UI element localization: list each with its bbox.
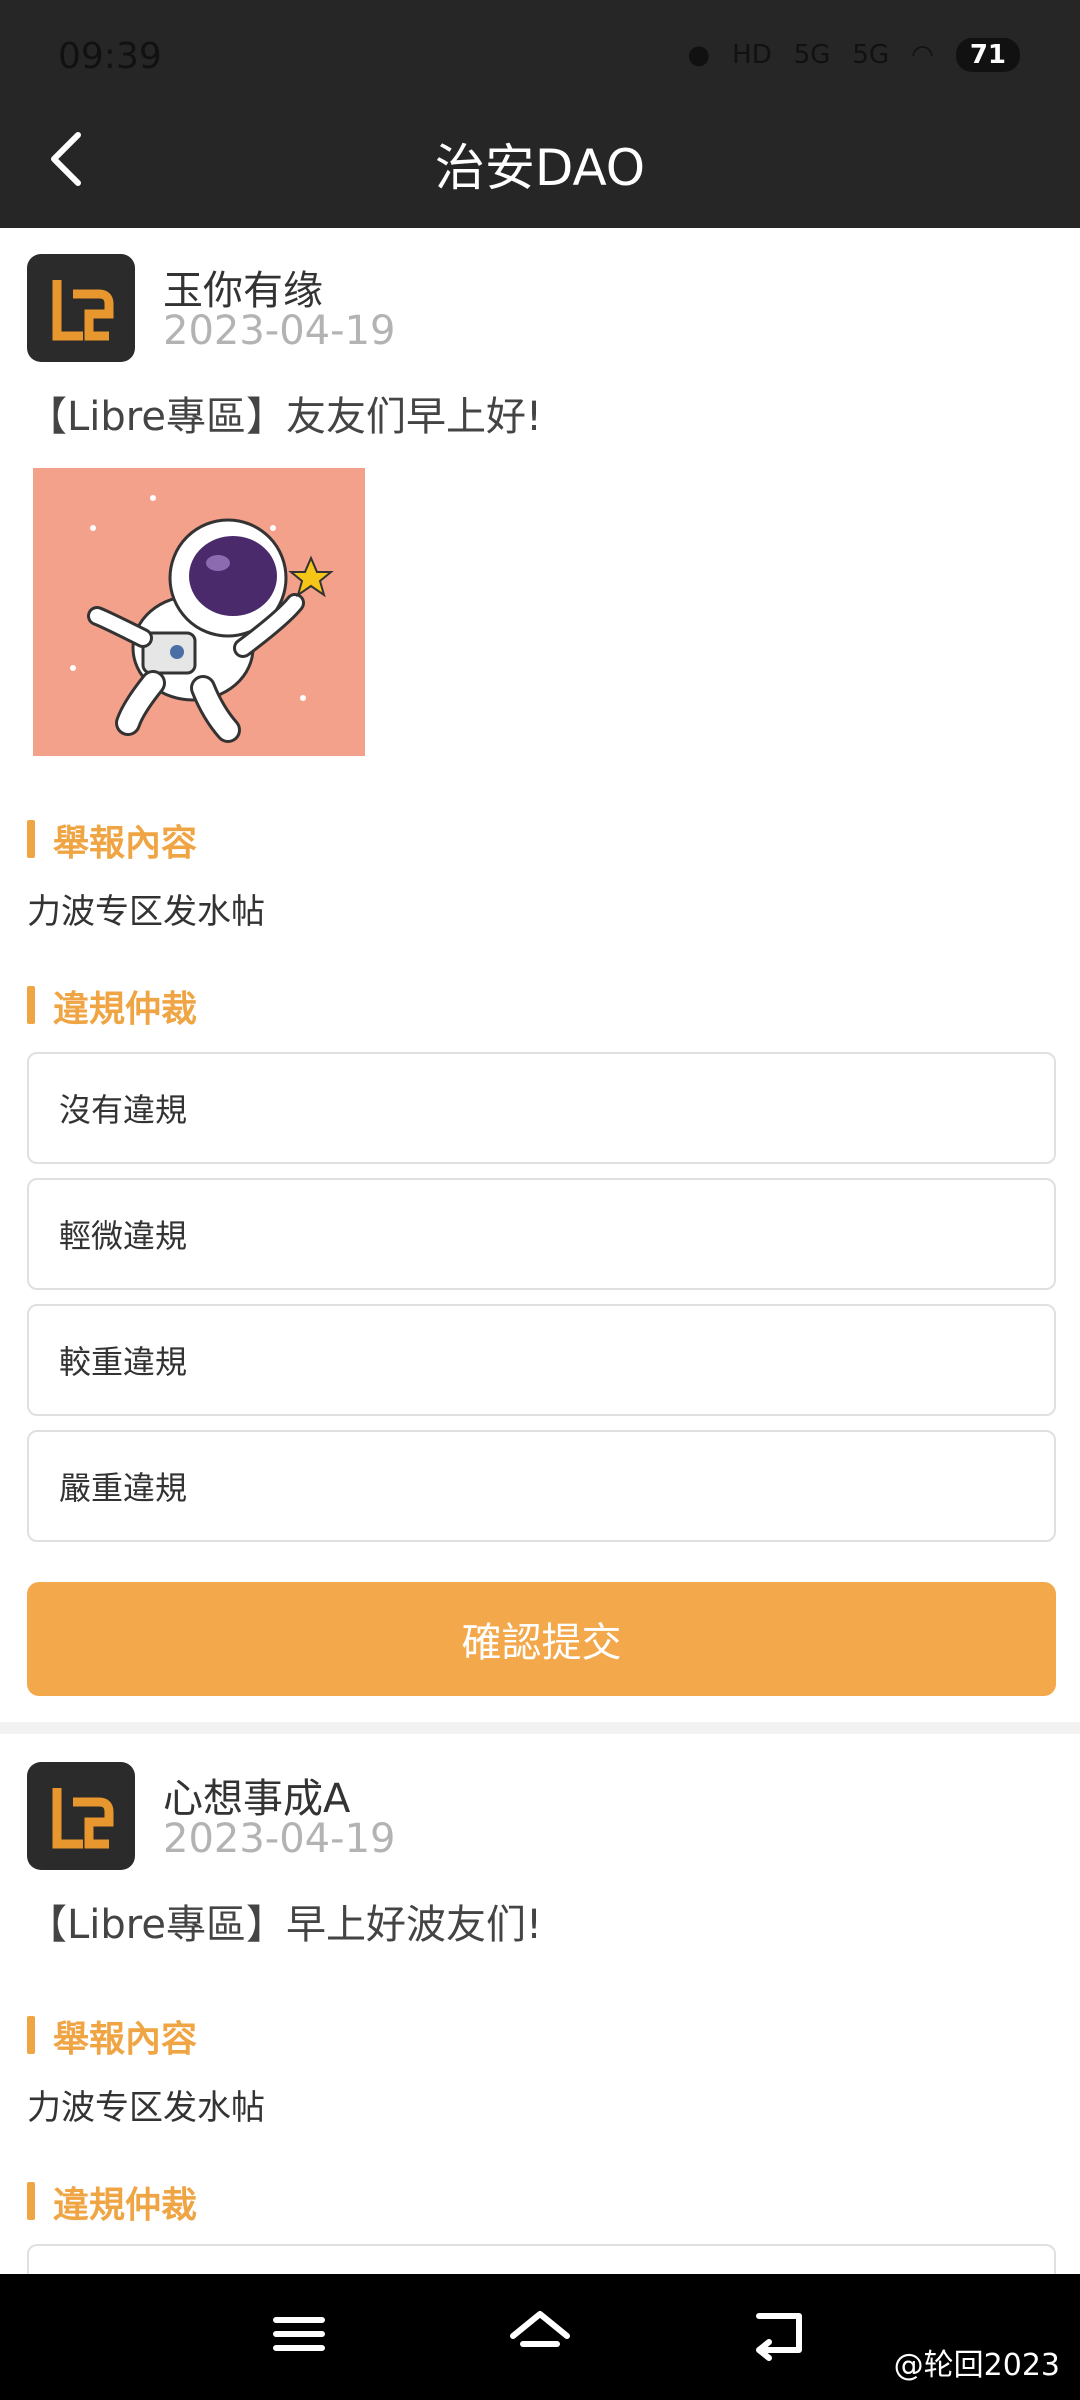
option-no-violation[interactable]: 沒有違規 [27, 1052, 1056, 1164]
libre-logo-icon [52, 280, 114, 341]
ruling-title: 違規仲裁 [27, 980, 197, 1032]
signal-5g-icon: 5G [793, 40, 831, 70]
home-button[interactable] [505, 2304, 575, 2364]
status-icons: ● HD 5G 5G ◠ 71 [687, 38, 1020, 72]
menu-button[interactable] [264, 2304, 334, 2364]
back-arrow-icon [756, 2313, 802, 2361]
post-card: 心想事成A 2023-04-19 【Libre專區】早上好波友们! 舉報內容 力… [0, 1734, 1080, 2284]
report-title: 舉報內容 [27, 2010, 197, 2062]
avatar[interactable] [27, 254, 135, 362]
post-image[interactable] [33, 468, 365, 756]
ruling-title: 違規仲裁 [27, 2176, 197, 2228]
back-nav-button[interactable] [745, 2304, 815, 2364]
post-card: 玉你有缘 2023-04-19 【Libre專區】友友们早上好! 舉報內容 力波… [0, 228, 1080, 1720]
report-title: 舉報內容 [27, 814, 197, 866]
post-text: 【Libre專區】友友们早上好! [27, 394, 542, 440]
post-date: 2023-04-19 [163, 1816, 396, 1862]
libre-logo-icon [52, 1788, 114, 1849]
home-icon [510, 2311, 570, 2347]
option-moderate-violation[interactable]: 較重違規 [27, 1304, 1056, 1416]
report-content: 力波专区发水帖 [27, 892, 265, 932]
post-text: 【Libre專區】早上好波友们! [27, 1902, 542, 1948]
option-serious-violation[interactable]: 嚴重違規 [27, 1430, 1056, 1542]
page-title: 治安DAO [434, 139, 646, 197]
option-minor-violation[interactable]: 輕微違規 [27, 1178, 1056, 1290]
status-bar: 09:39 ● HD 5G 5G ◠ 71 [0, 30, 1080, 90]
post-date: 2023-04-19 [163, 308, 396, 354]
wifi-icon: ◠ [911, 40, 934, 70]
card-divider [0, 1722, 1080, 1734]
hd-icon: HD [732, 40, 772, 70]
mute-icon: ● [687, 40, 711, 70]
app-header: 09:39 ● HD 5G 5G ◠ 71 治安DAO [0, 0, 1080, 228]
submit-button[interactable]: 確認提交 [27, 1582, 1056, 1696]
battery-icon: 71 [955, 38, 1020, 72]
avatar[interactable] [27, 1762, 135, 1870]
menu-icon [273, 2317, 325, 2351]
watermark: @轮回2023 [893, 2348, 1060, 2383]
signal-5g-2-icon: 5G [852, 40, 890, 70]
report-content: 力波专区发水帖 [27, 2088, 265, 2128]
status-time: 09:39 [58, 36, 162, 77]
astronaut-illustration [33, 468, 365, 756]
